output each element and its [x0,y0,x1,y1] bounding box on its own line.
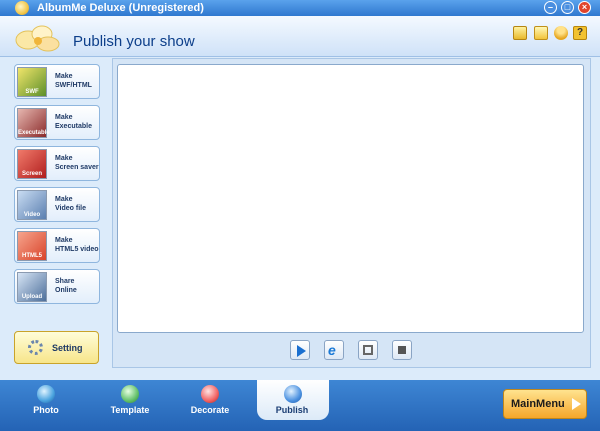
tab-label: Photo [33,405,59,415]
option-line2: HTML5 video [55,246,99,253]
close-button[interactable]: × [578,1,591,14]
swf-thumbnail-icon: SWF [17,67,47,97]
tab-label: Decorate [190,405,230,415]
video-thumbnail-icon: Video [17,190,47,220]
preview-in-browser-button[interactable]: e [324,340,344,360]
template-icon [121,385,139,403]
option-line2: Executable [55,123,92,130]
publish-options-panel: SWF Make SWF/HTML Executable Make Executab… [9,58,107,368]
option-line2: Online [55,287,77,294]
internet-explorer-icon: e [328,342,336,358]
option-line2: Video file [55,205,86,212]
stop-icon [398,346,406,354]
option-line1: Make [55,237,73,244]
stop-button[interactable] [392,340,412,360]
option-line1: Make [55,155,73,162]
setting-button[interactable]: Setting [14,331,99,364]
main-menu-button[interactable]: MainMenu [503,389,587,419]
main-menu-label: MainMenu [511,398,565,410]
help-icon[interactable]: ? [573,26,587,40]
tab-publish[interactable]: Publish [257,380,329,420]
make-html5-video-button[interactable]: HTML5 Make HTML5 video [14,228,100,263]
decorate-icon [201,385,219,403]
make-swf-html-button[interactable]: SWF Make SWF/HTML [14,64,100,99]
window-title: AlbumMe Deluxe (Unregistered) [37,2,204,14]
make-video-file-button[interactable]: Video Make Video file [14,187,100,222]
html5-thumbnail-icon: HTML5 [17,231,47,261]
play-icon [297,345,306,357]
share-online-button[interactable]: Upload Share Online [14,269,100,304]
star-icon[interactable] [534,26,548,40]
person-icon[interactable] [554,26,568,40]
publish-icon [284,385,302,403]
title-bar: AlbumMe Deluxe (Unregistered) – □ × [0,0,600,16]
gear-icon [28,340,43,355]
option-line1: Make [55,196,73,203]
photo-icon [37,385,55,403]
preview-area [117,64,584,333]
option-line2: Screen saver [55,164,99,171]
tab-decorate[interactable]: Decorate [175,380,245,420]
page-title: Publish your show [73,33,195,50]
screen-saver-thumbnail-icon: Screen [17,149,47,179]
folder-icon[interactable] [513,26,527,40]
setting-label: Setting [52,343,83,353]
minimize-button[interactable]: – [544,1,557,14]
executable-thumbnail-icon: Executable [17,108,50,138]
fullscreen-icon [363,345,373,355]
tab-template[interactable]: Template [95,380,165,420]
tab-photo[interactable]: Photo [11,380,81,420]
option-line1: Make [55,73,73,80]
tab-label: Publish [275,405,309,415]
option-line2: SWF/HTML [55,82,92,89]
upload-thumbnail-icon: Upload [17,272,47,302]
play-button[interactable] [290,340,310,360]
option-line1: Make [55,114,73,121]
maximize-button[interactable]: □ [561,1,574,14]
flower-logo-icon [15,25,60,52]
fullscreen-button[interactable] [358,340,378,360]
option-line1: Share [55,278,75,285]
app-logo-icon [15,1,29,15]
make-executable-button[interactable]: Executable Make Executable [14,105,100,140]
tab-label: Template [110,405,150,415]
make-screen-saver-button[interactable]: Screen Make Screen saver [14,146,100,181]
arrow-right-icon [572,398,581,410]
